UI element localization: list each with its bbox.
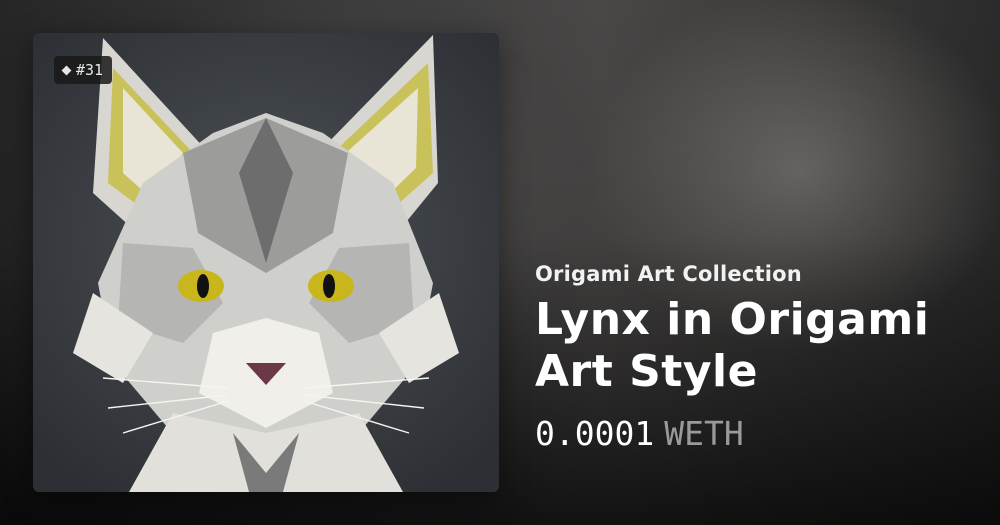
nft-artwork[interactable]: #31 (33, 33, 499, 492)
nft-info: Origami Art Collection Lynx in Origami A… (535, 262, 975, 453)
price: 0.0001 WETH (535, 414, 975, 453)
token-number-badge: #31 (54, 56, 113, 84)
token-number: #31 (76, 61, 104, 79)
price-currency: WETH (664, 414, 744, 453)
origami-lynx-illustration (73, 35, 459, 492)
price-amount: 0.0001 (535, 414, 655, 453)
collection-name[interactable]: Origami Art Collection (535, 262, 975, 286)
nft-title: Lynx in Origami Art Style (535, 294, 930, 397)
diamond-icon (61, 65, 72, 75)
